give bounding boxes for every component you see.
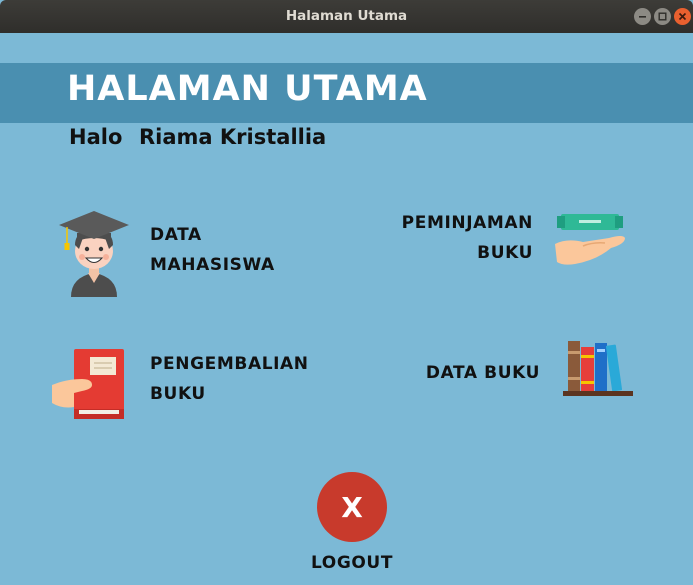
student-graduate-icon [59, 211, 129, 297]
close-icon [678, 12, 687, 21]
menu-peminjaman-buku[interactable]: PEMINJAMAN BUKU [395, 206, 635, 276]
window-title: Halaman Utama [285, 8, 408, 24]
page-title: HALAMAN UTAMA [67, 69, 428, 109]
hand-giving-book-icon [555, 214, 625, 265]
window-titlebar: Halaman Utama [0, 0, 693, 33]
logout-button[interactable]: X [317, 472, 387, 542]
minimize-icon [639, 16, 646, 18]
greeting-username: Riama Kristallia [139, 125, 327, 149]
bookshelf-icon [563, 341, 633, 396]
greeting-prefix: Halo [69, 125, 123, 149]
menu-label-line: BUKU [477, 243, 533, 263]
menu-peminjaman-buku-label: PEMINJAMAN BUKU [395, 208, 533, 268]
minimize-button[interactable] [634, 8, 651, 25]
header-banner: HALAMAN UTAMA [0, 63, 693, 123]
logout-x-icon: X [341, 490, 363, 524]
menu-label-line: DATA [150, 225, 202, 245]
menu-label-line: MAHASISWA [150, 255, 275, 275]
menu-data-buku-label: DATA BUKU [415, 358, 540, 388]
menu-label-line: PEMINJAMAN [401, 213, 533, 233]
menu-label-line: PENGEMBALIAN [150, 354, 309, 374]
menu-data-mahasiswa[interactable]: DATA MAHASISWA [55, 201, 295, 301]
close-button[interactable] [674, 8, 691, 25]
menu-data-buku[interactable]: DATA BUKU [415, 333, 640, 401]
logout-label: LOGOUT [310, 553, 394, 573]
menu-pengembalian-buku-label: PENGEMBALIAN BUKU [150, 349, 309, 409]
menu-label-line: BUKU [150, 384, 206, 404]
hand-returning-book-icon [52, 349, 124, 419]
menu-pengembalian-buku[interactable]: PENGEMBALIAN BUKU [52, 345, 322, 423]
maximize-icon [658, 12, 667, 21]
menu-label-line: DATA BUKU [425, 363, 540, 383]
maximize-button[interactable] [654, 8, 671, 25]
main-window: HALAMAN UTAMA Halo Riama Kristallia DATA… [0, 33, 693, 585]
menu-data-mahasiswa-label: DATA MAHASISWA [150, 220, 275, 280]
